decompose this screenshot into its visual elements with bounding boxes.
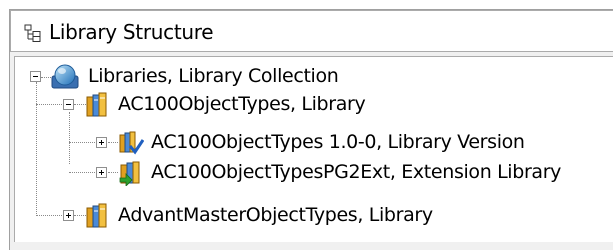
tree-node-label[interactable]: AC100ObjectTypesPG2Ext, Extension Librar… [151,160,561,184]
tree-connector [36,82,37,104]
collapse-toggle[interactable] [30,71,41,82]
library-books-icon [86,92,110,122]
panel-title: Library Structure [49,20,214,44]
tree-connector [74,215,86,216]
tree-node-label[interactable]: Libraries, Library Collection [88,64,339,88]
library-books-icon [86,203,110,233]
tree-connector [36,215,62,216]
expand-toggle[interactable] [96,137,107,148]
tree-connector [108,172,118,173]
globe-collection-icon [51,64,79,94]
tree-connector [74,104,86,105]
tree-node-label[interactable]: AdvantMasterObjectTypes, Library [118,203,433,227]
tree-connector [69,112,70,164]
tree-connector [108,142,118,143]
tree-structure-icon [24,24,42,46]
tree-connector [41,77,51,78]
tree-node-label[interactable]: AC100ObjectTypes 1.0-0, Library Version [151,130,525,154]
tree-connector [36,104,37,216]
expand-toggle[interactable] [63,210,74,221]
extension-library-icon [118,160,144,190]
tree-connector [69,172,95,173]
expand-toggle[interactable] [96,167,107,178]
panel-header: Library Structure [10,10,613,52]
library-version-icon [118,130,145,160]
collapse-toggle[interactable] [63,99,74,110]
tree-connector [69,142,95,143]
tree-node-label[interactable]: AC100ObjectTypes, Library [118,92,366,116]
tree-connector [36,104,62,105]
